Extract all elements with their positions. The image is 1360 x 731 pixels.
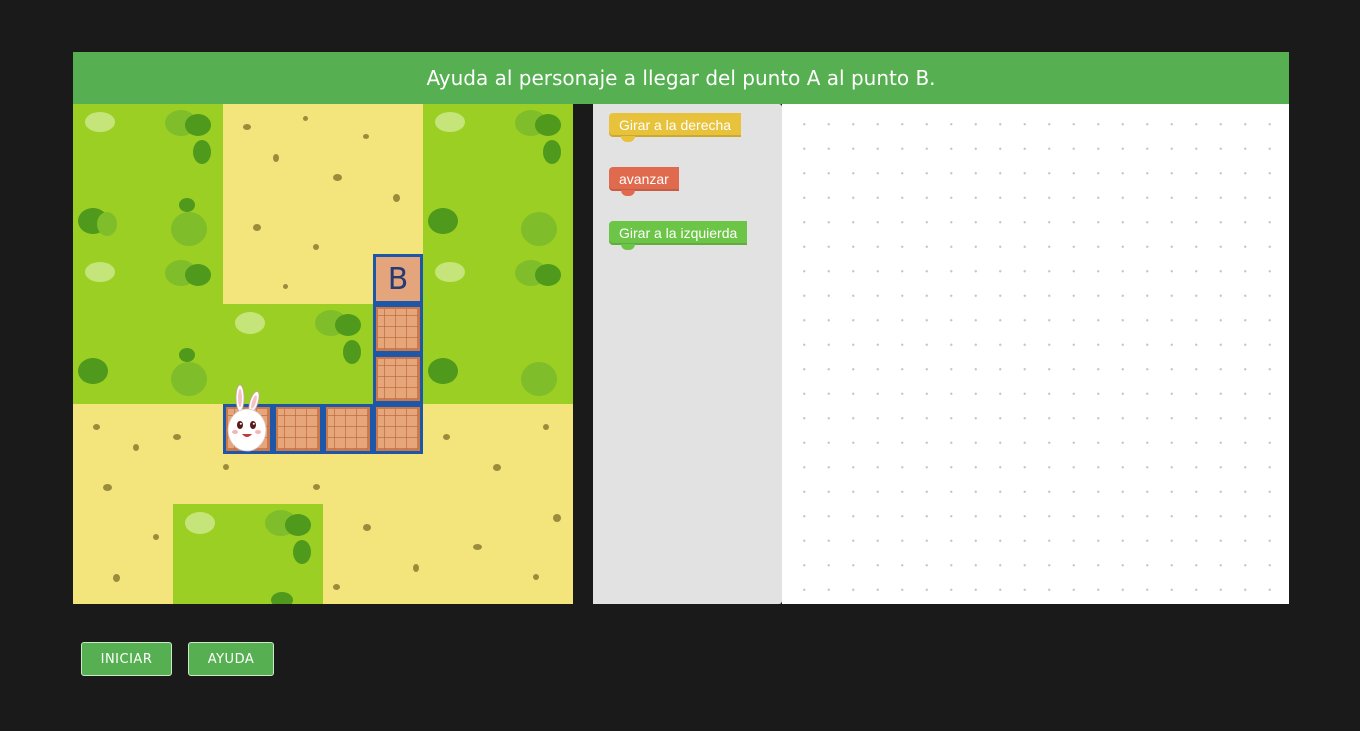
game-frame: Ayuda al personaje a llegar del punto A … <box>73 52 1289 604</box>
help-button[interactable]: AYUDA <box>188 642 274 676</box>
block-toolbox: Girar a la derecha avanzar Girar a la iz… <box>593 104 782 604</box>
block-turn-left[interactable]: Girar a la izquierda <box>609 221 748 250</box>
path-tile <box>373 304 423 354</box>
goal-marker-b: B <box>377 258 419 300</box>
bunny-character-icon <box>227 384 267 452</box>
path-tile <box>373 354 423 404</box>
start-button[interactable]: INICIAR <box>81 642 172 676</box>
path-tile <box>273 404 323 454</box>
path-tile <box>323 404 373 454</box>
block-move-forward[interactable]: avanzar <box>609 167 679 196</box>
block-turn-right[interactable]: Girar a la derecha <box>609 113 742 142</box>
sand-area <box>73 504 173 604</box>
code-workspace[interactable] <box>782 104 1289 604</box>
sand-area <box>323 504 573 604</box>
game-board: B <box>73 104 573 604</box>
path-tile <box>373 404 423 454</box>
instruction-banner: Ayuda al personaje a llegar del punto A … <box>73 52 1289 104</box>
